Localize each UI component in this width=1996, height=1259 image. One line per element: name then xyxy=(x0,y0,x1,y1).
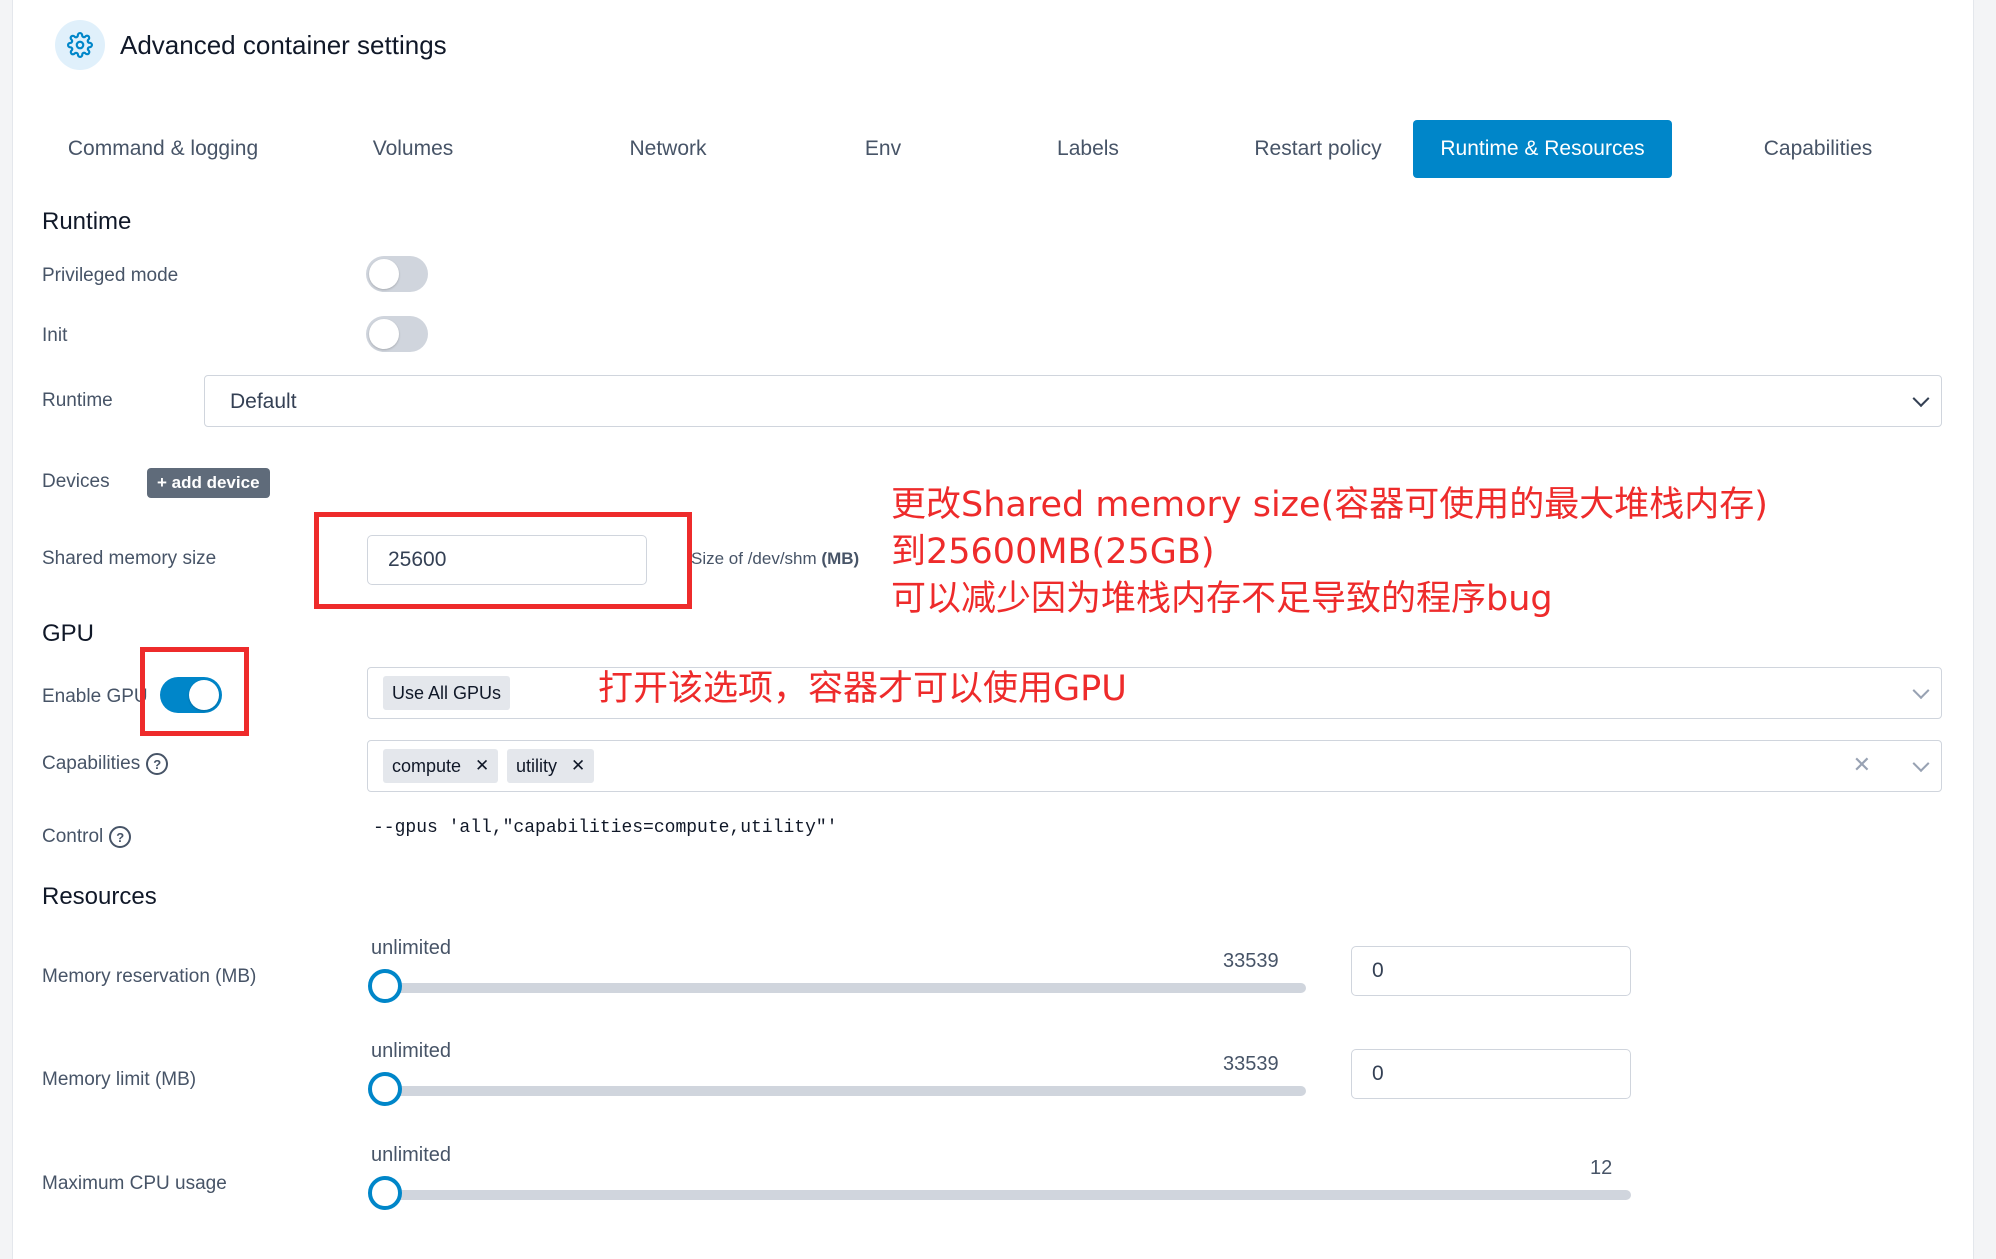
memory-limit-label: Memory limit (MB) xyxy=(42,1069,197,1090)
memory-limit-input[interactable]: 0 xyxy=(1351,1049,1631,1099)
runtime-heading: Runtime xyxy=(42,208,132,235)
settings-panel: Advanced container settings Command & lo… xyxy=(12,0,1974,1259)
tab-restart-policy[interactable]: Restart policy xyxy=(1223,120,1413,178)
control-label: Control xyxy=(42,826,104,848)
slider-max-label: 33539 xyxy=(1223,950,1279,972)
help-icon[interactable]: ? xyxy=(109,826,132,848)
resources-heading: Resources xyxy=(42,883,157,910)
page-title: Advanced container settings xyxy=(120,30,447,60)
capabilities-label-row: Capabilities? xyxy=(42,753,169,775)
annotation-line: 可以减少因为堆栈内存不足导致的程序bug xyxy=(891,579,1553,619)
shared-memory-label: Shared memory size xyxy=(42,548,217,569)
max-cpu-slider-track[interactable] xyxy=(381,1190,1631,1200)
capability-chip: utility ✕ xyxy=(507,749,595,783)
memory-reservation-label: Memory reservation (MB) xyxy=(42,966,257,987)
shared-memory-hint: Size of /dev/shm (MB) xyxy=(691,549,859,569)
capabilities-select[interactable]: compute ✕ utility ✕ ✕ xyxy=(367,740,1942,792)
slider-max-label: 33539 xyxy=(1223,1053,1279,1075)
init-toggle[interactable] xyxy=(366,316,428,352)
chevron-down-icon[interactable] xyxy=(1912,755,1930,773)
slider-min-label: unlimited xyxy=(371,1040,452,1062)
tab-runtime-resources[interactable]: Runtime & Resources xyxy=(1413,120,1672,178)
tab-volumes[interactable]: Volumes xyxy=(343,120,483,178)
slider-min-label: unlimited xyxy=(371,1144,452,1166)
gpu-control-value: --gpus 'all,"capabilities=compute,utilit… xyxy=(373,818,838,838)
annotation-box-shm xyxy=(314,512,692,609)
runtime-label: Runtime xyxy=(42,390,113,411)
memory-limit-slider-handle[interactable] xyxy=(368,1072,402,1106)
annotation-line: 到25600MB(25GB) xyxy=(891,532,1215,572)
chevron-down-icon xyxy=(1912,390,1930,408)
gpu-heading: GPU xyxy=(42,620,95,647)
privileged-mode-label: Privileged mode xyxy=(42,265,179,286)
chevron-down-icon[interactable] xyxy=(1912,682,1930,700)
slider-min-label: unlimited xyxy=(371,937,452,959)
slider-max-label: 12 xyxy=(1590,1157,1613,1179)
annotation-line: 更改Shared memory size(容器可使用的最大堆栈内存) xyxy=(891,485,1768,525)
annotation-gpu-note: 打开该选项，容器才可以使用GPU xyxy=(598,669,1127,709)
memory-reservation-slider-handle[interactable] xyxy=(368,969,402,1003)
tab-capabilities[interactable]: Capabilities xyxy=(1733,120,1903,178)
runtime-select[interactable]: Default xyxy=(204,375,1942,427)
gear-icon xyxy=(55,20,105,70)
memory-limit-slider-track[interactable] xyxy=(381,1086,1306,1096)
annotation-shm-note: 更改Shared memory size(容器可使用的最大堆栈内存) 到2560… xyxy=(891,482,1768,623)
tab-env[interactable]: Env xyxy=(833,120,933,178)
capability-chip-label: compute xyxy=(392,755,462,776)
remove-icon[interactable]: ✕ xyxy=(571,756,585,776)
gpu-chip: Use All GPUs xyxy=(383,676,511,710)
capability-chip-label: utility xyxy=(516,755,558,776)
init-label: Init xyxy=(42,325,68,346)
tab-labels[interactable]: Labels xyxy=(1023,120,1153,178)
runtime-select-value: Default xyxy=(230,390,297,413)
privileged-mode-toggle[interactable] xyxy=(366,256,428,292)
help-icon[interactable]: ? xyxy=(146,753,169,775)
shm-hint-text: Size of /dev/shm xyxy=(691,549,817,568)
memory-reservation-input[interactable]: 0 xyxy=(1351,946,1631,996)
capability-chip: compute ✕ xyxy=(383,749,499,783)
clear-icon[interactable]: ✕ xyxy=(1853,752,1871,778)
annotation-box-gpu xyxy=(140,647,249,736)
max-cpu-label: Maximum CPU usage xyxy=(42,1173,227,1194)
remove-icon[interactable]: ✕ xyxy=(475,756,489,776)
memory-reservation-slider-track[interactable] xyxy=(381,983,1306,993)
enable-gpu-label: Enable GPU xyxy=(42,686,148,707)
toggle-knob xyxy=(369,259,399,289)
tab-command-logging[interactable]: Command & logging xyxy=(53,120,273,178)
max-cpu-slider-handle[interactable] xyxy=(368,1176,402,1210)
add-device-button[interactable]: + add device xyxy=(147,468,270,498)
toggle-knob xyxy=(369,319,399,349)
tab-network[interactable]: Network xyxy=(593,120,743,178)
devices-label: Devices xyxy=(42,471,110,492)
shm-unit: (MB) xyxy=(821,549,860,568)
capabilities-label: Capabilities xyxy=(42,753,141,775)
control-label-row: Control? xyxy=(42,826,132,848)
